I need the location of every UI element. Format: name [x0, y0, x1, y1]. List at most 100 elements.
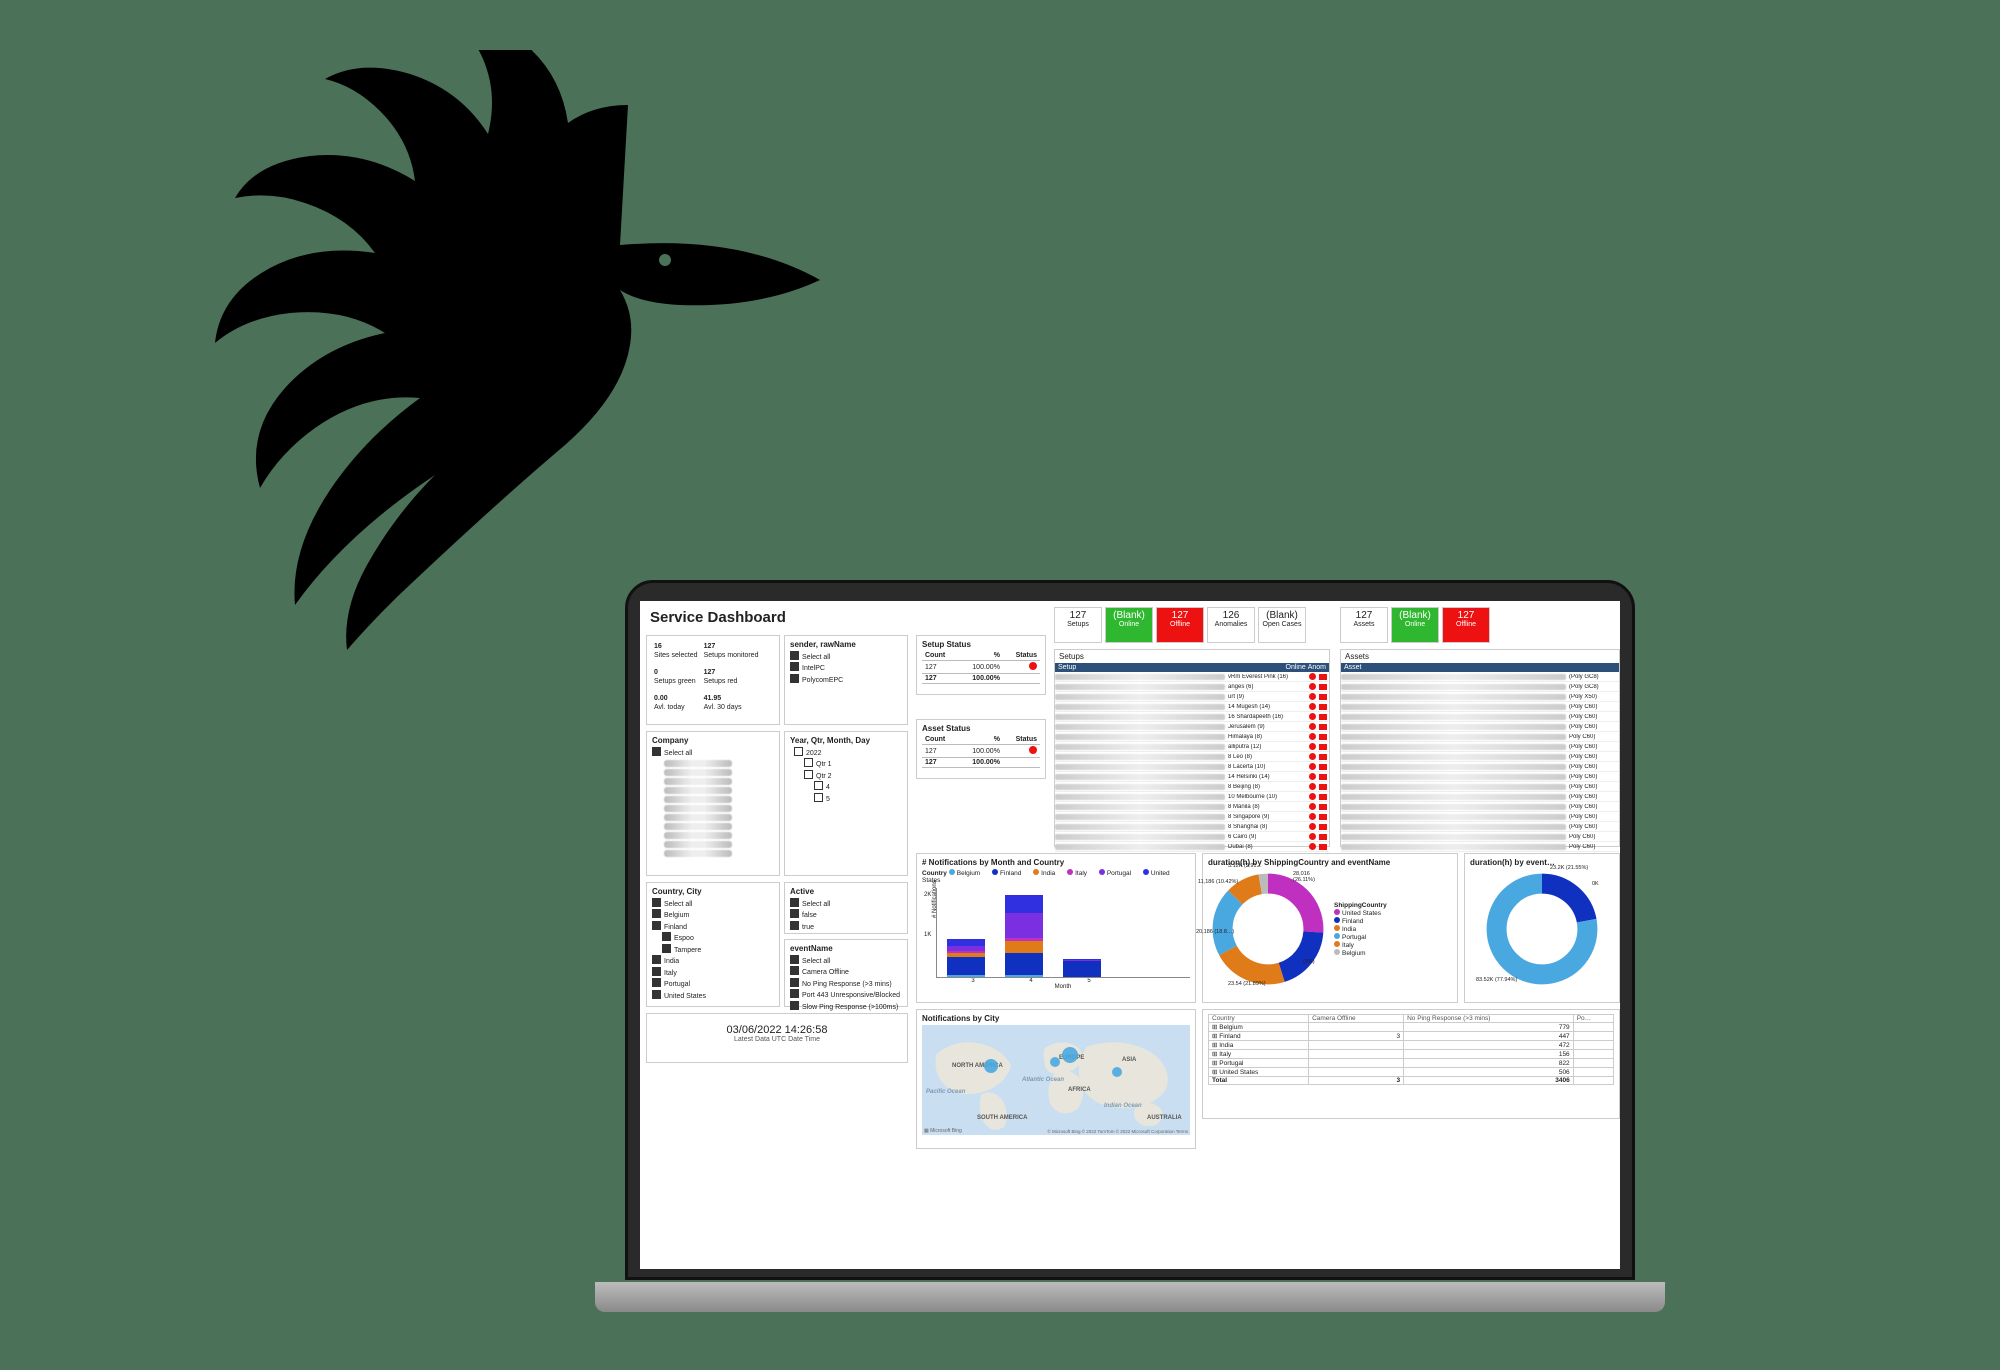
filter-active[interactable]: Active Select all false true: [784, 882, 908, 934]
status-red-icon: [1309, 763, 1316, 770]
flag-icon: [1319, 754, 1327, 760]
table-row[interactable]: 14 Mugesh (14): [1055, 702, 1329, 712]
flag-icon: [1319, 774, 1327, 780]
table-row[interactable]: ⊞ India472: [1209, 1041, 1614, 1050]
table-row[interactable]: 8 Beijing (8): [1055, 782, 1329, 792]
table-row[interactable]: (Poly X50): [1341, 692, 1619, 702]
filter-option[interactable]: PolycomEPC: [790, 674, 902, 685]
status-red-icon: [1309, 703, 1316, 710]
table-row[interactable]: (Poly GC8): [1341, 672, 1619, 682]
table-row[interactable]: 8 Singapore (9): [1055, 812, 1329, 822]
table-row[interactable]: (Poly C60): [1341, 752, 1619, 762]
notifications-chart[interactable]: # Notifications by Month and Country Cou…: [916, 853, 1196, 1003]
table-row[interactable]: Himalaya (8): [1055, 732, 1329, 742]
table-row[interactable]: (Poly GC8): [1341, 682, 1619, 692]
table-row[interactable]: vRm Everest Pink (16): [1055, 672, 1329, 682]
pivot-table[interactable]: CountryCamera OfflineNo Ping Response (>…: [1202, 1009, 1620, 1119]
table-row[interactable]: anges (6): [1055, 682, 1329, 692]
table-row[interactable]: 8 Leo (8): [1055, 752, 1329, 762]
setups-grid[interactable]: Setups SetupOnline Anom vRm Everest Pink…: [1054, 649, 1330, 847]
flag-icon: [1319, 724, 1327, 730]
table-row[interactable]: (Poly C60): [1341, 822, 1619, 832]
table-row[interactable]: 10 Melbourne (10): [1055, 792, 1329, 802]
assets-grid[interactable]: Assets Asset (Poly GC8)(Poly GC8)(Poly X…: [1340, 649, 1620, 847]
status-red-icon: [1309, 813, 1316, 820]
status-red-icon: [1309, 723, 1316, 730]
table-row[interactable]: ⊞ Finland3447: [1209, 1032, 1614, 1041]
table-row[interactable]: (Poly C60): [1341, 702, 1619, 712]
summary-panel: 16Sites selected 127Setups monitored 0Se…: [646, 635, 780, 725]
status-red-icon: [1309, 803, 1316, 810]
flag-icon: [1319, 824, 1327, 830]
table-row[interactable]: Poly C60): [1341, 842, 1619, 852]
filter-country[interactable]: Country, City Select all Belgium Finland…: [646, 882, 780, 1007]
filter-event[interactable]: eventName Select all Camera Offline No P…: [784, 939, 908, 1007]
flag-icon: [1319, 694, 1327, 700]
setup-status-panel: Setup Status Count%Status 127100.00% 127…: [916, 635, 1046, 695]
table-row[interactable]: Poly C60): [1341, 832, 1619, 842]
table-row[interactable]: Poly C60): [1341, 732, 1619, 742]
filter-option[interactable]: IntelPC: [790, 662, 902, 673]
status-red-icon: [1309, 783, 1316, 790]
kpi-open-cases: (Blank)Open Cases: [1258, 607, 1306, 643]
table-row[interactable]: 6 Cairo (9): [1055, 832, 1329, 842]
table-row[interactable]: (Poly C60): [1341, 782, 1619, 792]
donut-event[interactable]: duration(h) by event… 23.2K (21.55%) 0K …: [1464, 853, 1620, 1003]
flag-icon: [1319, 764, 1327, 770]
table-row[interactable]: 8 Lacerta (10): [1055, 762, 1329, 772]
status-red-icon: [1309, 683, 1316, 690]
filter-company[interactable]: Company Select all: [646, 731, 780, 876]
timestamp-panel: 03/06/2022 14:26:58 Latest Data UTC Date…: [646, 1013, 908, 1063]
table-row[interactable]: (Poly C60): [1341, 722, 1619, 732]
table-row[interactable]: (Poly C60): [1341, 772, 1619, 782]
flag-icon: [1319, 744, 1327, 750]
flag-icon: [1319, 684, 1327, 690]
table-row[interactable]: 8 Shanghai (8): [1055, 822, 1329, 832]
status-red-icon: [1309, 673, 1316, 680]
table-row[interactable]: (Poly C60): [1341, 792, 1619, 802]
donut-shipping[interactable]: duration(h) by ShippingCountry and event…: [1202, 853, 1458, 1003]
table-row[interactable]: (Poly C60): [1341, 812, 1619, 822]
table-row[interactable]: ⊞ Portugal822: [1209, 1059, 1614, 1068]
flag-icon: [1319, 784, 1327, 790]
kpi-offline: 127Offline: [1156, 607, 1204, 643]
flag-icon: [1319, 794, 1327, 800]
kpi-assets-online: (Blank)Online: [1391, 607, 1439, 643]
table-row[interactable]: (Poly C60): [1341, 802, 1619, 812]
table-row[interactable]: ⊞ United States506: [1209, 1068, 1614, 1077]
filter-option[interactable]: Select all: [790, 651, 902, 662]
table-row[interactable]: Jerusalem (9): [1055, 722, 1329, 732]
table-row[interactable]: ⊞ Italy156: [1209, 1050, 1614, 1059]
status-red-icon: [1029, 662, 1037, 670]
table-row[interactable]: (Poly C60): [1341, 762, 1619, 772]
status-red-icon: [1309, 833, 1316, 840]
status-red-icon: [1309, 773, 1316, 780]
status-red-icon: [1309, 743, 1316, 750]
kpi-setups: 127Setups: [1054, 607, 1102, 643]
kpi-assets-offline: 127Offline: [1442, 607, 1490, 643]
table-row[interactable]: 8 Manila (8): [1055, 802, 1329, 812]
table-row[interactable]: ⊞ Belgium779: [1209, 1023, 1614, 1032]
table-row[interactable]: (Poly C60): [1341, 712, 1619, 722]
flag-icon: [1319, 834, 1327, 840]
status-red-icon: [1309, 693, 1316, 700]
kpi-row-setups: 127Setups (Blank)Online 127Offline 126An…: [1054, 607, 1306, 643]
table-row[interactable]: 16 Shardapeeth (16): [1055, 712, 1329, 722]
table-row[interactable]: Dubai (8): [1055, 842, 1329, 852]
kpi-online: (Blank)Online: [1105, 607, 1153, 643]
kpi-row-assets: 127Assets (Blank)Online 127Offline: [1340, 607, 1490, 643]
filter-date[interactable]: Year, Qtr, Month, Day 2022 Qtr 1 Qtr 2 4…: [784, 731, 908, 876]
asset-status-panel: Asset Status Count%Status 127100.00% 127…: [916, 719, 1046, 779]
table-row[interactable]: alliputra (12): [1055, 742, 1329, 752]
notifications-map[interactable]: Notifications by City NORTH AMERICA EURO…: [916, 1009, 1196, 1149]
filter-sender[interactable]: sender, rawName Select all IntelPC Polyc…: [784, 635, 908, 725]
table-row[interactable]: (Poly C60): [1341, 742, 1619, 752]
table-row[interactable]: urt (9): [1055, 692, 1329, 702]
kpi-anomalies: 126Anomalies: [1207, 607, 1255, 643]
table-row[interactable]: 14 Helsinki (14): [1055, 772, 1329, 782]
status-red-icon: [1309, 823, 1316, 830]
laptop-frame: Service Dashboard 16Sites selected 127Se…: [595, 580, 1665, 1320]
flag-icon: [1319, 674, 1327, 680]
flag-icon: [1319, 814, 1327, 820]
status-red-icon: [1309, 793, 1316, 800]
